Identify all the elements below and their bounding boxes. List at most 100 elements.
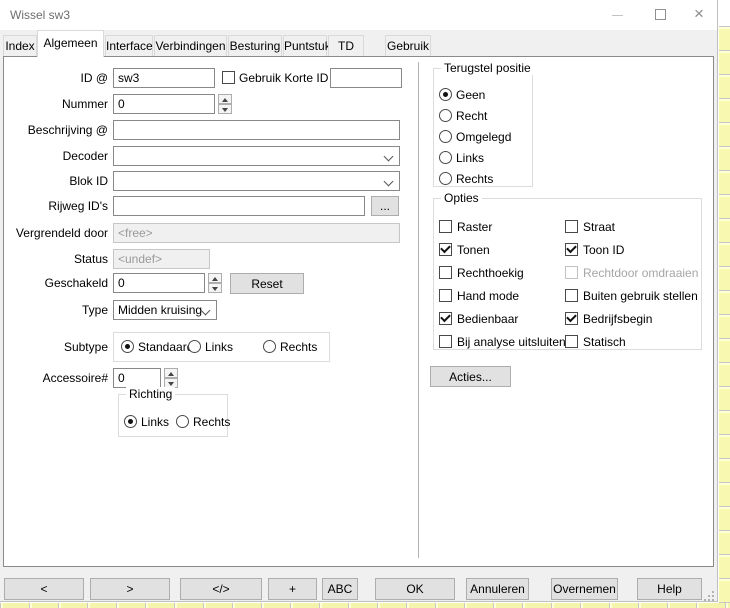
checkbox-tonen[interactable]	[439, 243, 452, 256]
subtype-rechts-label: Rechts	[280, 340, 317, 354]
type-label: Type	[2, 303, 108, 317]
rechthoekig-label: Rechthoekig	[457, 266, 524, 280]
short-id-checkbox[interactable]	[222, 71, 235, 84]
checkbox-statisch[interactable]	[565, 335, 578, 348]
subtype-links-label: Links	[205, 340, 233, 354]
xml-button[interactable]: </>	[180, 578, 262, 600]
type-value: Midden kruising	[118, 303, 202, 317]
terugstel-radio-omgelegd[interactable]	[439, 130, 452, 143]
resize-grip-icon[interactable]	[704, 591, 716, 603]
beschrijving-input[interactable]	[113, 120, 400, 140]
opties-group-title: Opties	[441, 191, 482, 205]
tab-besturing[interactable]: Besturing	[228, 35, 282, 56]
chevron-down-icon	[384, 177, 394, 187]
tab-puntstuk[interactable]: Puntstuk	[283, 35, 327, 56]
type-select[interactable]: Midden kruising	[113, 300, 217, 320]
spin-down-icon[interactable]	[218, 104, 232, 114]
abc-button[interactable]: ABC	[322, 578, 358, 600]
terugstel-recht-label: Recht	[456, 109, 487, 123]
decoder-select[interactable]	[113, 146, 400, 166]
beschrijving-label: Beschrijving @	[2, 123, 108, 137]
accessoire-label: Accessoire#	[2, 371, 108, 385]
title-bar[interactable]: Wissel sw3 ×	[0, 0, 717, 30]
nummer-stepper[interactable]	[218, 94, 232, 114]
checkbox-rechthoekig[interactable]	[439, 266, 452, 279]
dialog-wissel: Wissel sw3 × Index Algemeen Interface Ve…	[0, 0, 718, 602]
tab-td[interactable]: TD	[328, 35, 364, 56]
checkbox-toon-id[interactable]	[565, 243, 578, 256]
checkbox-bedienbaar[interactable]	[439, 312, 452, 325]
tab-algemeen[interactable]: Algemeen	[37, 30, 104, 57]
checkbox-buiten-gebruik-stellen[interactable]	[565, 289, 578, 302]
panel-divider	[418, 62, 419, 558]
subtype-label: Subtype	[2, 340, 108, 354]
tab-interface[interactable]: Interface	[105, 35, 153, 56]
terugstel-radio-links[interactable]	[439, 151, 452, 164]
blok-select[interactable]	[113, 171, 400, 191]
rijweg-input[interactable]	[113, 196, 365, 216]
accessoire-input[interactable]: 0	[113, 368, 161, 388]
geschakeld-label: Geschakeld	[2, 276, 108, 290]
subtype-radio-standaard[interactable]	[121, 340, 134, 353]
terugstel-omgelegd-label: Omgelegd	[456, 130, 511, 144]
checkbox-bij-analyse-uitsluiten[interactable]	[439, 335, 452, 348]
terugstel-group-title: Terugstel positie	[441, 61, 534, 75]
tab-gebruik[interactable]: Gebruik	[385, 35, 431, 56]
spin-up-icon[interactable]	[218, 94, 232, 104]
apply-button[interactable]: Overnemen	[551, 578, 618, 600]
terugstel-geen-label: Geen	[456, 88, 485, 102]
hand-mode-label: Hand mode	[457, 289, 519, 303]
spin-up-icon[interactable]	[208, 273, 222, 283]
buiten-gebruik-stellen-label: Buiten gebruik stellen	[583, 289, 698, 303]
nummer-input[interactable]: 0	[113, 94, 215, 114]
terugstel-radio-geen[interactable]	[439, 88, 452, 101]
accessoire-stepper[interactable]	[164, 368, 178, 388]
ok-button[interactable]: OK	[375, 578, 455, 600]
terugstel-radio-recht[interactable]	[439, 109, 452, 122]
rechtdoor-omdraaien-label: Rechtdoor omdraaien	[583, 266, 698, 280]
id-label: ID @	[2, 71, 108, 85]
spin-up-icon[interactable]	[164, 368, 178, 378]
richting-group-title: Richting	[126, 387, 175, 401]
prev-button[interactable]: <	[4, 578, 84, 600]
bedrijfsbegin-label: Bedrijfsbegin	[583, 312, 652, 326]
close-icon[interactable]: ×	[694, 4, 704, 24]
short-id-label: Gebruik Korte ID	[239, 71, 328, 85]
terugstel-links-label: Links	[456, 151, 484, 165]
minimize-icon[interactable]	[612, 15, 623, 16]
blok-label: Blok ID	[2, 174, 108, 188]
toon-id-label: Toon ID	[583, 243, 624, 257]
rijweg-browse-button[interactable]: ...	[371, 196, 399, 216]
checkbox-raster[interactable]	[439, 220, 452, 233]
straat-label: Straat	[583, 220, 615, 234]
status-label: Status	[2, 252, 108, 266]
help-button[interactable]: Help	[637, 578, 702, 600]
tab-verbindingen[interactable]: Verbindingen	[154, 35, 227, 56]
spin-down-icon[interactable]	[208, 283, 222, 293]
maximize-icon[interactable]	[655, 9, 666, 20]
chevron-down-icon	[384, 152, 394, 162]
cancel-button[interactable]: Annuleren	[466, 578, 529, 600]
add-button[interactable]: +	[268, 578, 317, 600]
richting-radio-links[interactable]	[124, 415, 137, 428]
checkbox-straat[interactable]	[565, 220, 578, 233]
checkbox-hand-mode[interactable]	[439, 289, 452, 302]
vergrendeld-label: Vergrendeld door	[2, 226, 108, 240]
terugstel-radio-rechts[interactable]	[439, 172, 452, 185]
subtype-radio-links[interactable]	[188, 340, 201, 353]
window-title: Wissel sw3	[10, 8, 70, 22]
tab-index[interactable]: Index	[3, 35, 37, 56]
short-id-input[interactable]	[330, 68, 402, 88]
richting-radio-rechts[interactable]	[176, 415, 189, 428]
bij-analyse-uitsluiten-label: Bij analyse uitsluiten	[457, 335, 566, 349]
next-button[interactable]: >	[90, 578, 170, 600]
reset-button[interactable]: Reset	[230, 273, 304, 294]
checkbox-bedrijfsbegin[interactable]	[565, 312, 578, 325]
decoder-label: Decoder	[2, 149, 108, 163]
id-input[interactable]: sw3	[113, 68, 215, 88]
geschakeld-input[interactable]: 0	[113, 273, 205, 293]
acties-button[interactable]: Acties...	[430, 366, 511, 387]
richting-rechts-label: Rechts	[193, 415, 230, 429]
subtype-radio-rechts[interactable]	[263, 340, 276, 353]
geschakeld-stepper[interactable]	[208, 273, 222, 293]
